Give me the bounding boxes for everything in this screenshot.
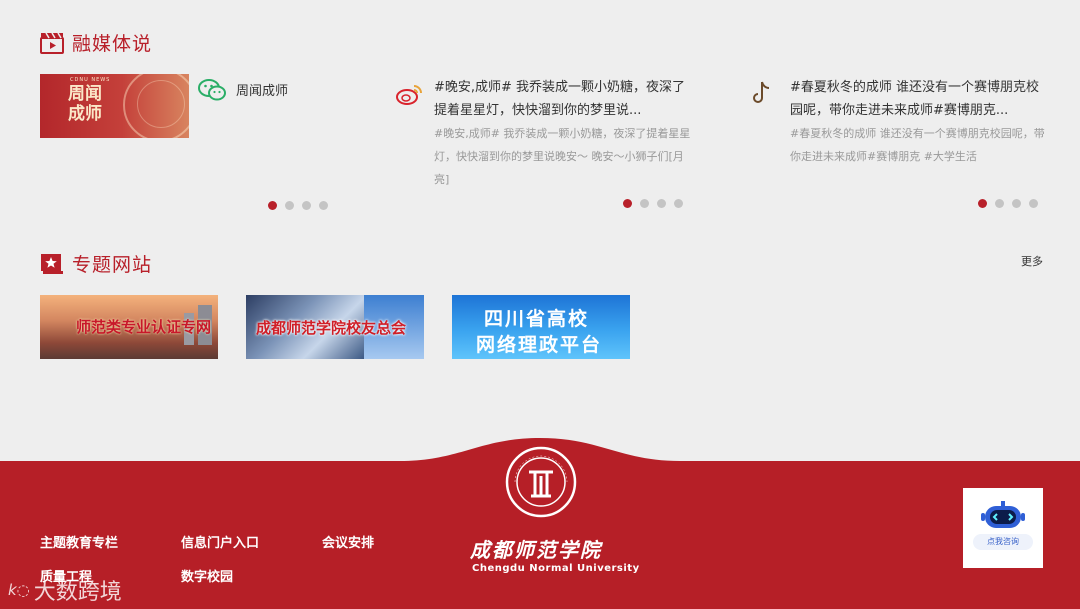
chat-assistant-widget[interactable]: 点我咨询 bbox=[963, 488, 1043, 568]
pagination-dot[interactable] bbox=[302, 201, 311, 210]
banner-text-line1: 四川省高校 bbox=[484, 308, 590, 330]
wechat-icon[interactable] bbox=[198, 78, 226, 102]
media-section-title: 融媒体说 bbox=[72, 33, 153, 55]
weibo-pagination bbox=[623, 199, 683, 208]
university-seal-icon bbox=[505, 446, 577, 518]
media-section-header: 融媒体说 bbox=[40, 29, 152, 56]
douyin-icon[interactable] bbox=[752, 80, 774, 106]
douyin-post-title[interactable]: #春夏秋冬的成师 谁还没有一个赛博朋克校园呢，带你走进未来成师#赛博朋克... bbox=[790, 76, 1048, 122]
topic-section-header: 专题网站 bbox=[40, 250, 152, 277]
chat-widget-label: 点我咨询 bbox=[973, 534, 1033, 550]
pagination-dot[interactable] bbox=[674, 199, 683, 208]
pagination-dot[interactable] bbox=[623, 199, 632, 208]
pagination-dot[interactable] bbox=[978, 199, 987, 208]
pagination-dot[interactable] bbox=[319, 201, 328, 210]
footer-link-meetings[interactable]: 会议安排 bbox=[322, 532, 374, 551]
watermark-text: 大数跨境 bbox=[33, 580, 122, 605]
bookmark-star-icon bbox=[41, 253, 63, 274]
banner-text: 师范类专业认证专网 bbox=[76, 318, 212, 336]
school-name-cn: 成都师范学院 bbox=[470, 538, 602, 562]
footer-link-info-portal[interactable]: 信息门户入口 bbox=[181, 532, 259, 551]
thumbnail-line-1: 周闻 bbox=[68, 84, 102, 104]
banner-text: 成都师范学院校友总会 bbox=[256, 319, 407, 337]
weibo-icon[interactable] bbox=[396, 82, 424, 106]
banner-alumni[interactable]: 成都师范学院校友总会 bbox=[246, 295, 424, 359]
banner-text-line2: 网络理政平台 bbox=[476, 334, 603, 356]
pagination-dot[interactable] bbox=[657, 199, 666, 208]
banner-accreditation[interactable]: 师范类专业认证专网 bbox=[40, 295, 218, 359]
topic-section-title: 专题网站 bbox=[72, 254, 153, 276]
pagination-dot[interactable] bbox=[285, 201, 294, 210]
douyin-pagination bbox=[978, 199, 1038, 208]
thumbnail-text: 周闻 成师 bbox=[68, 84, 102, 124]
video-clapper-icon bbox=[40, 32, 64, 54]
footer-link-theme-education[interactable]: 主题教育专栏 bbox=[40, 532, 118, 551]
weibo-post-desc: #晚安,成师# 我乔装成一颗小奶糖，夜深了提着星星灯，快快溜到你的梦里说晚安～ … bbox=[434, 127, 691, 186]
weibo-post-title[interactable]: #晚安,成师# 我乔装成一颗小奶糖，夜深了提着星星灯，快快溜到你的梦里说... bbox=[434, 76, 692, 122]
douyin-post-desc: #春夏秋冬的成师 谁还没有一个赛博朋克校园呢，带你走进未来成师#赛博朋克 #大学… bbox=[790, 127, 1045, 163]
thumbnail-seal-inner bbox=[137, 80, 185, 128]
wechat-account-name[interactable]: 周闻成师 bbox=[236, 80, 288, 99]
thumbnail-tag: CDNU NEWS bbox=[70, 77, 111, 83]
thumbnail-line-2: 成师 bbox=[68, 104, 102, 124]
pagination-dot[interactable] bbox=[1029, 199, 1038, 208]
robot-icon bbox=[981, 501, 1025, 528]
school-name-en: Chengdu Normal University bbox=[472, 563, 640, 574]
pagination-dot[interactable] bbox=[268, 201, 277, 210]
more-link[interactable]: 更多 bbox=[1021, 253, 1043, 269]
footer-link-digital-campus[interactable]: 数字校园 bbox=[181, 566, 233, 585]
watermark: k◌ 大数跨境 bbox=[8, 574, 122, 606]
media-cards-row: CDNU NEWS 周闻 成师 周闻成师 #晚安,成师# 我乔装成一颗小奶糖，夜… bbox=[40, 74, 1045, 214]
pagination-dot[interactable] bbox=[995, 199, 1004, 208]
banner-governance-platform[interactable]: 四川省高校 网络理政平台 bbox=[452, 295, 630, 359]
wechat-pagination bbox=[268, 201, 328, 210]
wechat-thumbnail[interactable]: CDNU NEWS 周闻 成师 bbox=[40, 74, 189, 138]
watermark-logo-icon: k◌ bbox=[8, 581, 30, 599]
pagination-dot[interactable] bbox=[1012, 199, 1021, 208]
pagination-dot[interactable] bbox=[640, 199, 649, 208]
